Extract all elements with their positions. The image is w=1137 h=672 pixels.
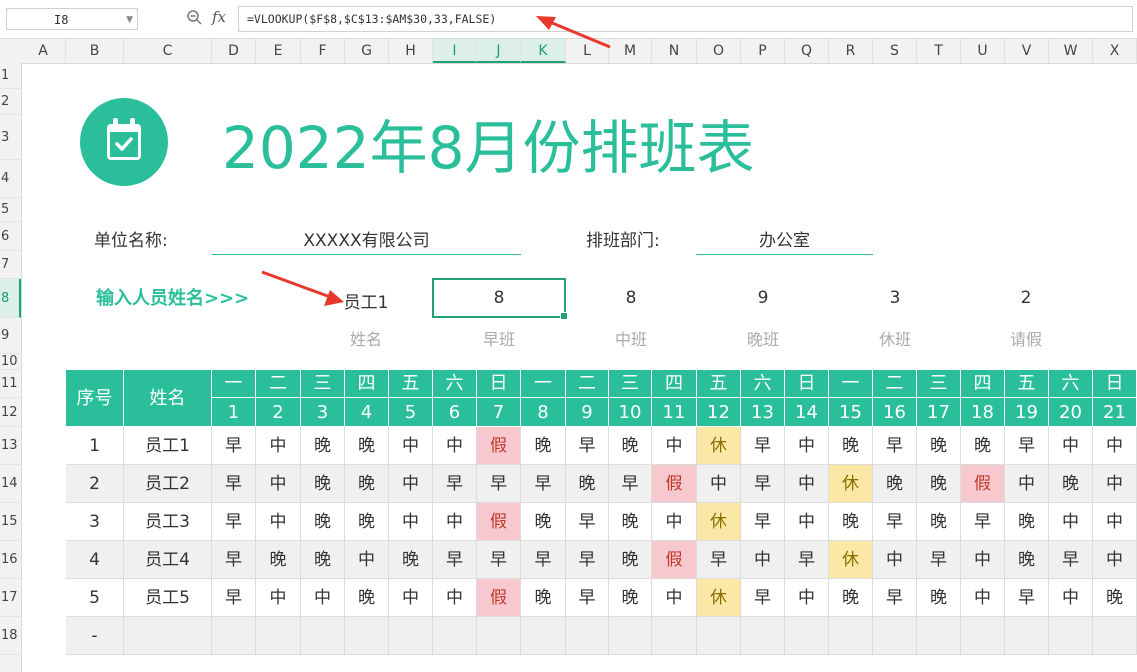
annotation-arrows [261, 16, 611, 306]
